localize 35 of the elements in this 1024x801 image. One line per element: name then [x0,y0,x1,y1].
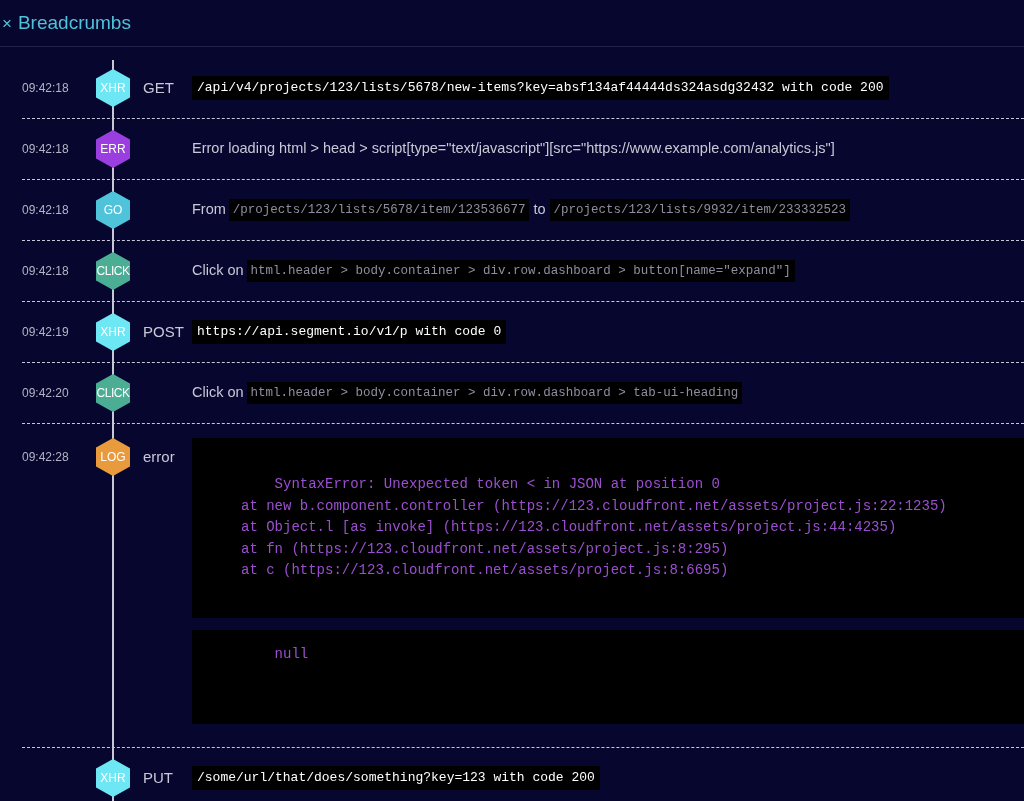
event-badge: XHR [96,759,130,797]
request-url: https://api.segment.io/v1/p with code 0 [192,320,507,344]
request-url: /some/url/that/does/something?key=123 with code 200 [192,766,600,790]
event-badge: LOG [96,438,130,476]
timestamp: 09:42:18 [22,81,69,95]
request-url: /api/v4/projects/123/lists/5678/new-items?key=absf134af44444ds324asdg32432 with code 200 [192,76,889,100]
log-output: SyntaxError: Unexpected token < in JSON at position 0 at new b.component.controller (https://123.cloudfront.net/assets/project.js:22:1235) at Object.l [as invoke] (https://123.cloudfront.net/assets/project.js:44:4235) at fn (https://123.cloudfront.net/assets/project.js:8:295) at c (https://123.cloudfront.net/assets/project.js:8:6695) [192,438,1024,618]
timestamp: 09:42:20 [22,386,69,400]
panel-title: Breadcrumbs [17,10,131,35]
click-label: Click on [192,261,244,281]
event-badge: XHR [96,69,130,107]
event-label: POST [143,322,184,340]
close-icon[interactable]: × [2,14,12,32]
event-label: PUT [143,768,173,786]
timestamp: 09:42:18 [22,142,69,156]
error-message: Error loading html > head > script[type="text/javascript"][src="https://www.example.com/analytics.js"] [192,139,835,159]
event-badge: GO [96,191,130,229]
timestamp: 09:42:28 [22,450,69,464]
timestamp: 09:42:18 [22,203,69,217]
css-selector: html.header > body.container > div.row.dashboard > button[name="expand"] [246,259,795,283]
nav-label: to [533,200,546,220]
event-badge: ERR [96,130,130,168]
url-path: /projects/123/lists/5678/item/123536677 [228,198,530,222]
url-path: /projects/123/lists/9932/item/233332523 [549,198,851,222]
event-badge: CLICK [96,252,130,290]
event-badge: XHR [96,313,130,351]
timestamp: 09:42:19 [22,325,69,339]
timestamp: 09:42:18 [22,264,69,278]
event-label: error [143,448,175,465]
event-badge: CLICK [96,374,130,412]
nav-label: From [192,200,226,220]
event-label: GET [143,78,174,96]
css-selector: html.header > body.container > div.row.dashboard > tab-ui-heading [246,381,743,405]
log-output: null [192,630,1024,724]
click-label: Click on [192,383,244,403]
